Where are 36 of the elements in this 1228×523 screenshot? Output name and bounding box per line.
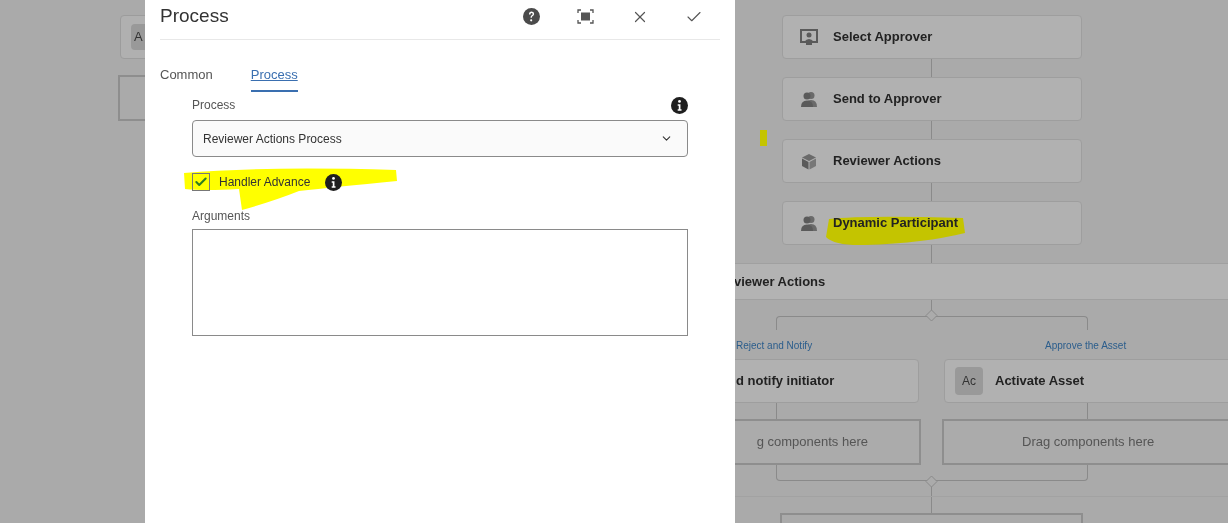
fullscreen-icon [577,9,594,24]
branch-label: Reject and Notify [736,339,813,353]
box-icon [801,152,817,170]
step-label: Activate Asset [995,372,1085,391]
step-label: d notify initiator [736,372,835,391]
workflow-step-card[interactable]: Reviewer Actions [782,139,1082,183]
check-icon [194,175,208,189]
drop-hint: Drag components here [1022,433,1155,452]
step-label: Reviewer Actions [833,152,941,171]
step-label: Dynamic Participant [833,214,958,233]
branch-label: Approve the Asset [1045,339,1127,353]
workflow-step-card[interactable]: Send to Approver [782,77,1082,121]
workflow-step-card[interactable]: Select Approver [782,15,1082,59]
users-icon [800,91,818,107]
step-tile: Ac [955,367,983,395]
tab[interactable]: Process [250,65,298,92]
workflow-step-card[interactable]: Dynamic Participant [782,201,1082,245]
checkbox-label: Handler Advance [219,174,311,191]
help-icon [523,8,540,25]
workflow-step-card[interactable]: Ac Activate Asset [944,359,1228,403]
info-icon[interactable] [671,97,688,114]
highlighter-mark [760,130,767,146]
user-screen-icon [800,29,818,45]
handler-advance-checkbox[interactable] [192,173,210,191]
field-label: Process [192,97,236,114]
step-label: Send to Approver [833,90,942,109]
drop-hint: g components here [756,433,868,452]
step-label: Select Approver [833,28,933,47]
tab[interactable]: Common [160,65,213,92]
process-select[interactable]: Reviewer Actions Process [192,120,688,157]
section-title: viewer Actions [734,272,826,291]
users-icon [800,215,818,231]
info-icon[interactable] [325,173,343,191]
arguments-field[interactable] [192,229,688,336]
field-label: Arguments [192,208,252,225]
dialog-title: Process [160,4,230,29]
